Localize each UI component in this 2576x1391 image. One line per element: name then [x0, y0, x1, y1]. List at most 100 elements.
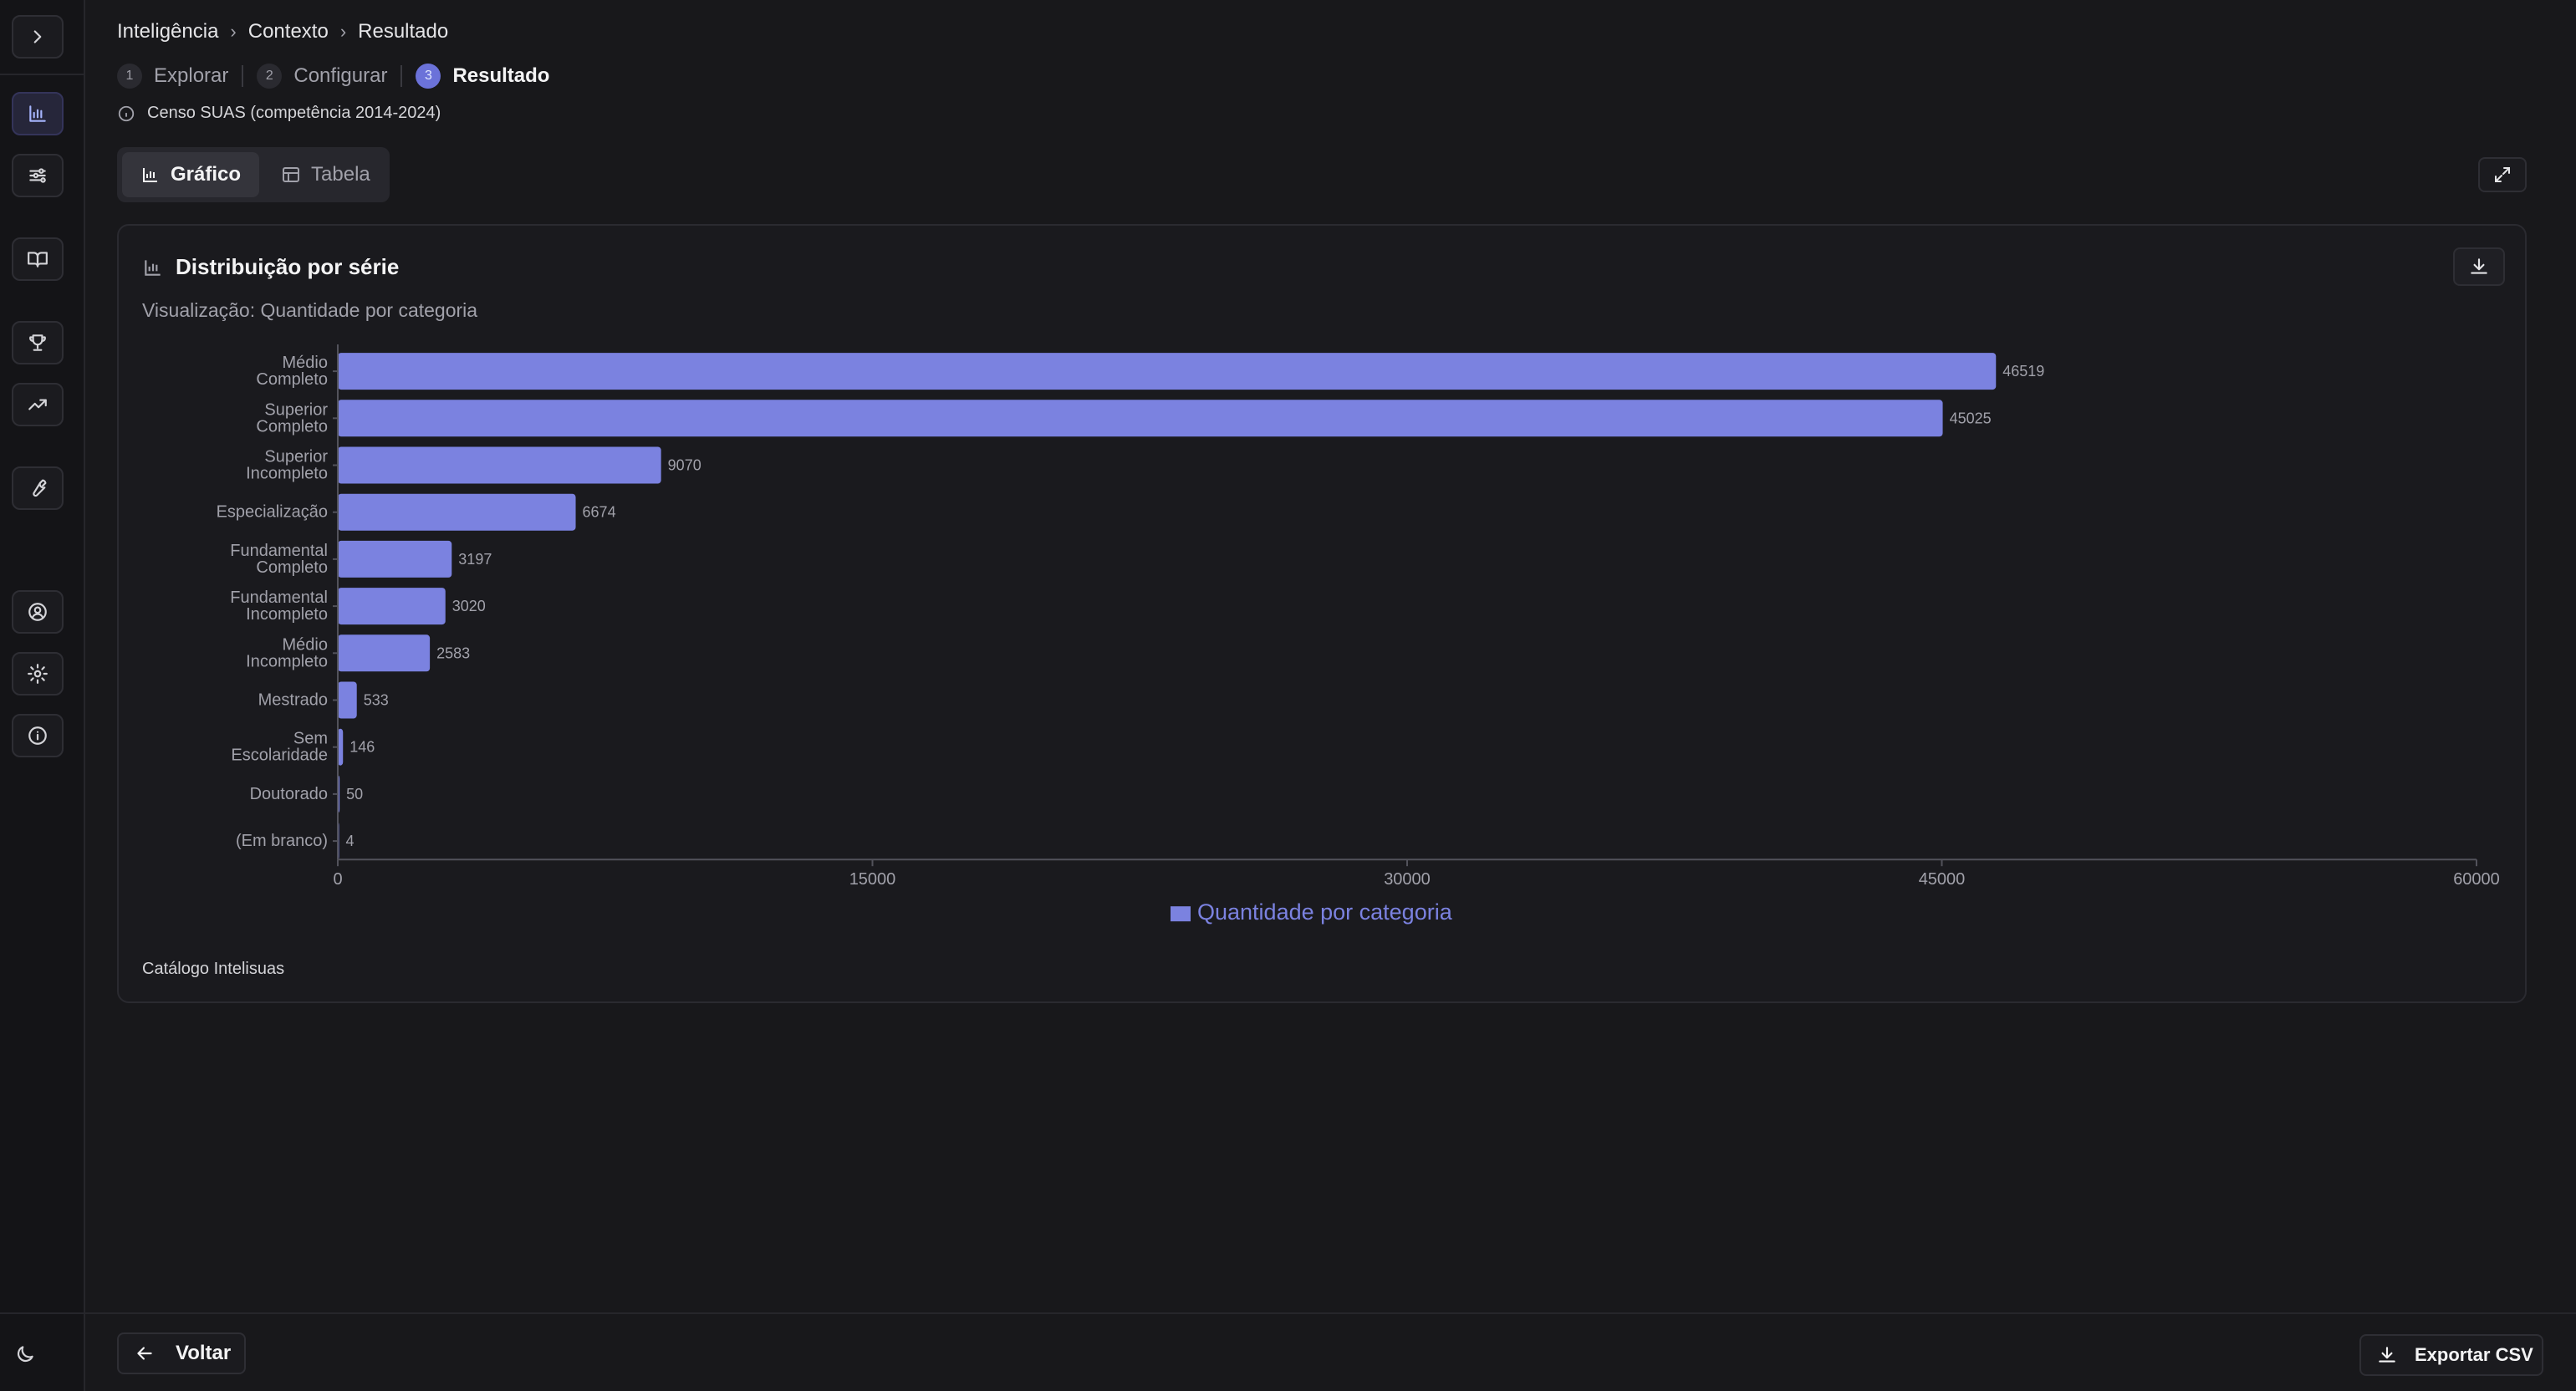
- bar-chart-icon: [143, 168, 157, 182]
- y-tick-label: Incompleto: [246, 465, 328, 483]
- back-button[interactable]: Voltar: [117, 1332, 246, 1374]
- sliders-icon: [29, 168, 46, 183]
- footer-divider: [84, 1312, 2576, 1314]
- breadcrumb-item[interactable]: Contexto: [248, 20, 329, 43]
- wrench-icon: [33, 479, 47, 497]
- legend-swatch: [1171, 906, 1191, 922]
- bar-chart: 46519MédioCompleto45025SuperiorCompleto9…: [217, 344, 2500, 925]
- chart-card: Distribuição por série Visualização: Qua…: [117, 224, 2527, 1003]
- sidebar-item-settings[interactable]: [12, 652, 64, 696]
- y-tick-label: Fundamental: [230, 588, 328, 607]
- chart-bar: [338, 681, 357, 719]
- legend-label: Quantidade por categoria: [1197, 899, 1453, 925]
- gear-icon: [28, 664, 48, 684]
- chart-bar: [338, 493, 576, 531]
- step-label: Configurar: [293, 64, 388, 87]
- tab-table[interactable]: Tabela: [263, 152, 389, 197]
- export-csv-button[interactable]: Exportar CSV: [2359, 1334, 2543, 1376]
- sidebar-item-info[interactable]: [12, 714, 64, 757]
- y-tick-label: Especialização: [217, 503, 328, 522]
- y-tick-label: Sem: [293, 730, 328, 748]
- y-tick-label: Escolaridade: [231, 746, 328, 765]
- trophy-icon: [29, 334, 46, 351]
- sidebar-item-filters[interactable]: [12, 154, 64, 197]
- y-tick-label: Incompleto: [246, 605, 328, 624]
- chevron-right-icon: ›: [230, 21, 237, 42]
- breadcrumb-item: Resultado: [358, 20, 449, 43]
- export-label: Exportar CSV: [2415, 1344, 2533, 1365]
- step-label: Resultado: [452, 64, 550, 87]
- tab-table-label: Tabela: [311, 163, 370, 186]
- bar-value-label: 3197: [458, 551, 492, 568]
- bar-value-label: 50: [346, 786, 363, 802]
- tab-chart[interactable]: Gráfico: [122, 152, 260, 197]
- trending-up-icon: [28, 399, 47, 410]
- bar-value-label: 3020: [452, 598, 486, 614]
- y-tick-label: Mestrado: [258, 691, 328, 710]
- x-tick-label: 60000: [2453, 870, 2500, 889]
- fullscreen-button[interactable]: [2478, 157, 2527, 192]
- step-configurar[interactable]: 2 Configurar: [257, 64, 387, 89]
- sidebar-item-tools[interactable]: [12, 466, 64, 510]
- book-open-icon: [28, 252, 48, 268]
- step-explorar[interactable]: 1 Explorar: [117, 64, 228, 89]
- user-circle-icon: [28, 603, 47, 621]
- step-number: 2: [257, 64, 283, 89]
- tab-chart-label: Gráfico: [171, 163, 242, 186]
- chart-bar: [338, 588, 446, 625]
- y-tick-label: Completo: [256, 558, 328, 577]
- y-tick-label: (Em branco): [236, 832, 328, 850]
- expand-sidebar-button[interactable]: [12, 15, 64, 59]
- step-resultado[interactable]: 3 Resultado: [416, 64, 549, 89]
- chart-bar: [338, 446, 661, 484]
- y-tick-label: Incompleto: [246, 652, 328, 670]
- x-tick-label: 30000: [1384, 870, 1431, 889]
- step-label: Explorar: [154, 64, 229, 87]
- bar-value-label: 146: [349, 739, 375, 756]
- bar-value-label: 6674: [583, 504, 616, 521]
- y-tick-label: Superior: [264, 448, 328, 466]
- sidebar-divider: [0, 1312, 84, 1314]
- table-icon: [283, 167, 300, 182]
- stepper: 1 Explorar 2 Configurar 3 Resultado: [117, 64, 549, 89]
- breadcrumb-item[interactable]: Inteligência: [117, 20, 218, 43]
- step-number: 3: [416, 64, 441, 89]
- info-icon: [118, 105, 135, 121]
- maximize-icon: [2495, 167, 2510, 182]
- chevron-right-icon: ›: [339, 21, 347, 42]
- download-icon: [2379, 1347, 2395, 1363]
- sidebar-item-charts[interactable]: [12, 92, 64, 135]
- bar-value-label: 45025: [1950, 410, 1992, 426]
- y-tick-label: Completo: [256, 370, 328, 389]
- sidebar-item-catalog[interactable]: [12, 237, 64, 281]
- chart-bar: [338, 634, 431, 672]
- sidebar-item-trends[interactable]: [12, 383, 64, 426]
- card-footer: Catálogo Intelisuas: [142, 960, 285, 978]
- chart-bar: [338, 353, 1997, 390]
- step-number: 1: [117, 64, 142, 89]
- y-tick-label: Médio: [283, 354, 328, 372]
- bar-chart-icon: [29, 105, 46, 122]
- arrow-left-icon: [137, 1347, 152, 1360]
- sidebar: [0, 0, 85, 1391]
- sidebar-divider: [0, 74, 84, 75]
- y-tick-label: Doutorado: [250, 785, 328, 803]
- chevron-right-icon: [33, 30, 42, 43]
- info-icon: [28, 726, 47, 745]
- x-tick-label: 0: [333, 870, 342, 889]
- x-tick-label: 45000: [1919, 870, 1966, 889]
- sidebar-item-ranking[interactable]: [12, 321, 64, 364]
- sidebar-item-profile[interactable]: [12, 590, 64, 634]
- step-divider: [400, 65, 403, 87]
- y-tick-label: Completo: [256, 417, 328, 436]
- view-toggle: Gráfico Tabela: [117, 147, 390, 202]
- breadcrumb: Inteligência › Contexto › Resultado: [117, 20, 448, 43]
- theme-toggle-button[interactable]: [8, 1338, 42, 1371]
- data-source: Censo SUAS (competência 2014-2024): [117, 104, 441, 123]
- y-tick-label: Fundamental: [230, 542, 328, 560]
- x-tick-label: 15000: [849, 870, 896, 889]
- bar-value-label: 9070: [668, 457, 701, 474]
- y-tick-label: Superior: [264, 400, 328, 419]
- chart-bar: [338, 400, 1943, 437]
- step-divider: [242, 65, 244, 87]
